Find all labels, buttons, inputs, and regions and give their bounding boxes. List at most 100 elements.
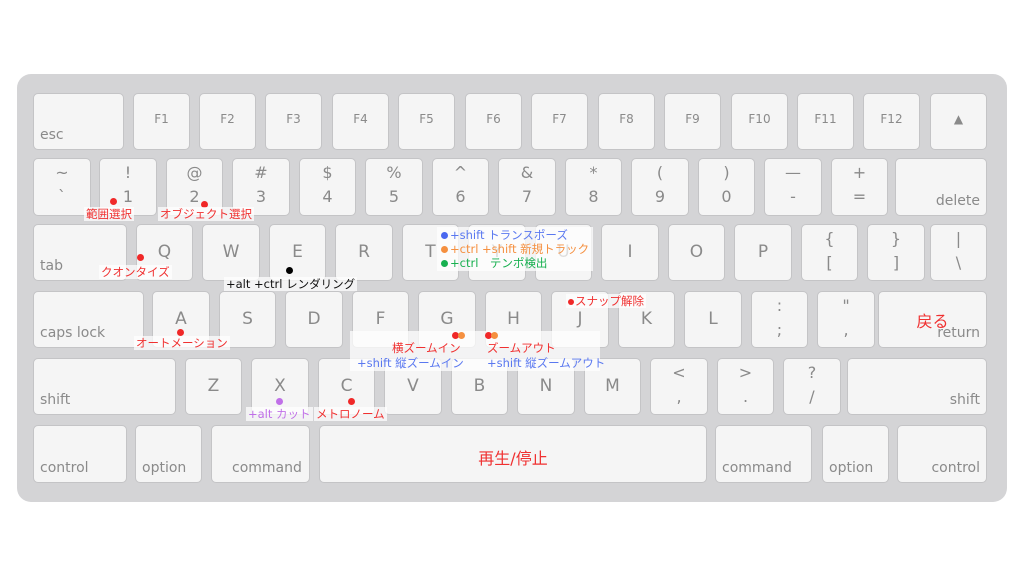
key-f10[interactable]: F10 bbox=[731, 93, 788, 150]
key-r[interactable]: R bbox=[335, 224, 393, 281]
key-d[interactable]: D bbox=[285, 291, 343, 348]
key-label: command bbox=[722, 460, 792, 476]
annotation-play-stop: 再生/停止 bbox=[478, 449, 548, 468]
key-f1[interactable]: F1 bbox=[133, 93, 190, 150]
key-label: 9 bbox=[654, 187, 666, 206]
shortcut-dot bbox=[441, 260, 448, 267]
annotation-zoom-out: ズームアウト bbox=[487, 341, 556, 355]
key-l[interactable]: L bbox=[684, 291, 742, 348]
key-esc[interactable]: esc bbox=[33, 93, 124, 150]
key-f7[interactable]: F7 bbox=[531, 93, 588, 150]
key-label: - bbox=[790, 187, 796, 206]
key-0[interactable]: ) 0 bbox=[698, 158, 755, 216]
key-label: ` bbox=[58, 187, 66, 206]
key-9[interactable]: (9 bbox=[631, 158, 689, 216]
key-label: 7 bbox=[521, 187, 533, 206]
key-command[interactable]: command bbox=[211, 425, 310, 483]
key-symbol[interactable]: }] bbox=[867, 224, 925, 281]
key-symbol[interactable]: — - bbox=[764, 158, 822, 216]
key-symbol[interactable]: <, bbox=[650, 358, 708, 415]
key-f9[interactable]: F9 bbox=[664, 93, 721, 150]
key-label: C bbox=[340, 376, 353, 396]
key-label: F11 bbox=[814, 112, 837, 126]
key-shift[interactable]: shift bbox=[33, 358, 176, 415]
key-label: A bbox=[175, 309, 187, 329]
key-shift-label: | bbox=[955, 229, 962, 248]
key-label: R bbox=[358, 242, 370, 262]
key-shift-label: < bbox=[672, 363, 686, 382]
key-control[interactable]: control bbox=[897, 425, 987, 483]
key-f2[interactable]: F2 bbox=[199, 93, 256, 150]
key-label: ; bbox=[776, 320, 783, 339]
key-eject[interactable]: ▲ bbox=[930, 93, 987, 150]
key-o[interactable]: O bbox=[668, 224, 725, 281]
key-option[interactable]: option bbox=[135, 425, 202, 483]
key-delete[interactable]: delete bbox=[895, 158, 987, 216]
key-label: F1 bbox=[154, 112, 169, 126]
key-symbol[interactable]: ", bbox=[817, 291, 875, 348]
key-symbol[interactable]: {[ bbox=[801, 224, 858, 281]
key-command[interactable]: command bbox=[715, 425, 812, 483]
key-e[interactable]: E bbox=[269, 224, 326, 281]
key-f6[interactable]: F6 bbox=[465, 93, 522, 150]
key-p[interactable]: P bbox=[734, 224, 792, 281]
key-label: F6 bbox=[486, 112, 501, 126]
key-f11[interactable]: F11 bbox=[797, 93, 854, 150]
annotation-new-track: +ctrl +shift 新規トラック bbox=[450, 242, 590, 256]
key-symbol[interactable]: ? / bbox=[783, 358, 841, 415]
key-label: F2 bbox=[220, 112, 235, 126]
annotation-object-select: オブジェクト選択 bbox=[158, 207, 254, 221]
key-7[interactable]: & 7 bbox=[498, 158, 556, 216]
key-f4[interactable]: F4 bbox=[332, 93, 389, 150]
key-f5[interactable]: F5 bbox=[398, 93, 455, 150]
key-label: F7 bbox=[552, 112, 567, 126]
key-label: E bbox=[292, 242, 303, 262]
key-f12[interactable]: F12 bbox=[863, 93, 920, 150]
shortcut-dot bbox=[137, 254, 144, 261]
key-return[interactable]: return 戻る bbox=[878, 291, 987, 348]
shortcut-dot bbox=[568, 299, 574, 305]
annotation-group-j: スナップ解除 bbox=[566, 294, 646, 308]
key-space[interactable]: 再生/停止 bbox=[319, 425, 707, 483]
key-label: 4 bbox=[322, 187, 333, 206]
key-symbol[interactable]: ~ ` bbox=[33, 158, 91, 216]
annotation-tempo-detect: +ctrl テンポ検出 bbox=[450, 256, 548, 270]
key-label: . bbox=[742, 387, 749, 406]
key-i[interactable]: I bbox=[601, 224, 659, 281]
key-8[interactable]: * 8 bbox=[565, 158, 622, 216]
key-label: K bbox=[640, 309, 653, 329]
key-option[interactable]: option bbox=[822, 425, 889, 483]
annotation-transpose: +shift トランスポーズ bbox=[450, 228, 568, 242]
key-w[interactable]: W bbox=[202, 224, 260, 281]
key-label: 6 bbox=[455, 187, 466, 206]
key-4[interactable]: $4 bbox=[299, 158, 356, 216]
key-f8[interactable]: F8 bbox=[598, 93, 655, 150]
key-label: 0 bbox=[721, 187, 732, 206]
key-symbol[interactable]: + = bbox=[831, 158, 888, 216]
key-shift-label: > bbox=[738, 363, 753, 382]
key-shift-label: ! bbox=[124, 163, 132, 182]
key-label: O bbox=[689, 242, 704, 262]
key-label: shift bbox=[40, 392, 71, 408]
key-caps-lock[interactable]: caps lock bbox=[33, 291, 144, 348]
key-z[interactable]: Z bbox=[185, 358, 242, 415]
key-shift-label: @ bbox=[186, 163, 203, 182]
key-6[interactable]: ^ 6 bbox=[432, 158, 489, 216]
key-5[interactable]: % 5 bbox=[365, 158, 423, 216]
key-label: \ bbox=[955, 253, 962, 272]
key-label: F5 bbox=[419, 112, 434, 126]
key-label: shift bbox=[949, 392, 980, 408]
key-label: F9 bbox=[685, 112, 700, 126]
key-shift-label: + bbox=[852, 163, 867, 182]
key-f3[interactable]: F3 bbox=[265, 93, 322, 150]
key-control[interactable]: control bbox=[33, 425, 127, 483]
key-shift[interactable]: shift bbox=[847, 358, 987, 415]
key-shift-label: ) bbox=[723, 163, 730, 182]
key-label: option bbox=[829, 460, 874, 476]
key-label: 1 bbox=[122, 187, 134, 206]
key-symbol[interactable]: >. bbox=[717, 358, 774, 415]
key-symbol[interactable]: :; bbox=[751, 291, 808, 348]
key-shift-label: : bbox=[776, 296, 783, 315]
key-symbol[interactable]: | \ bbox=[930, 224, 987, 281]
key-shift-label: ( bbox=[656, 163, 664, 182]
